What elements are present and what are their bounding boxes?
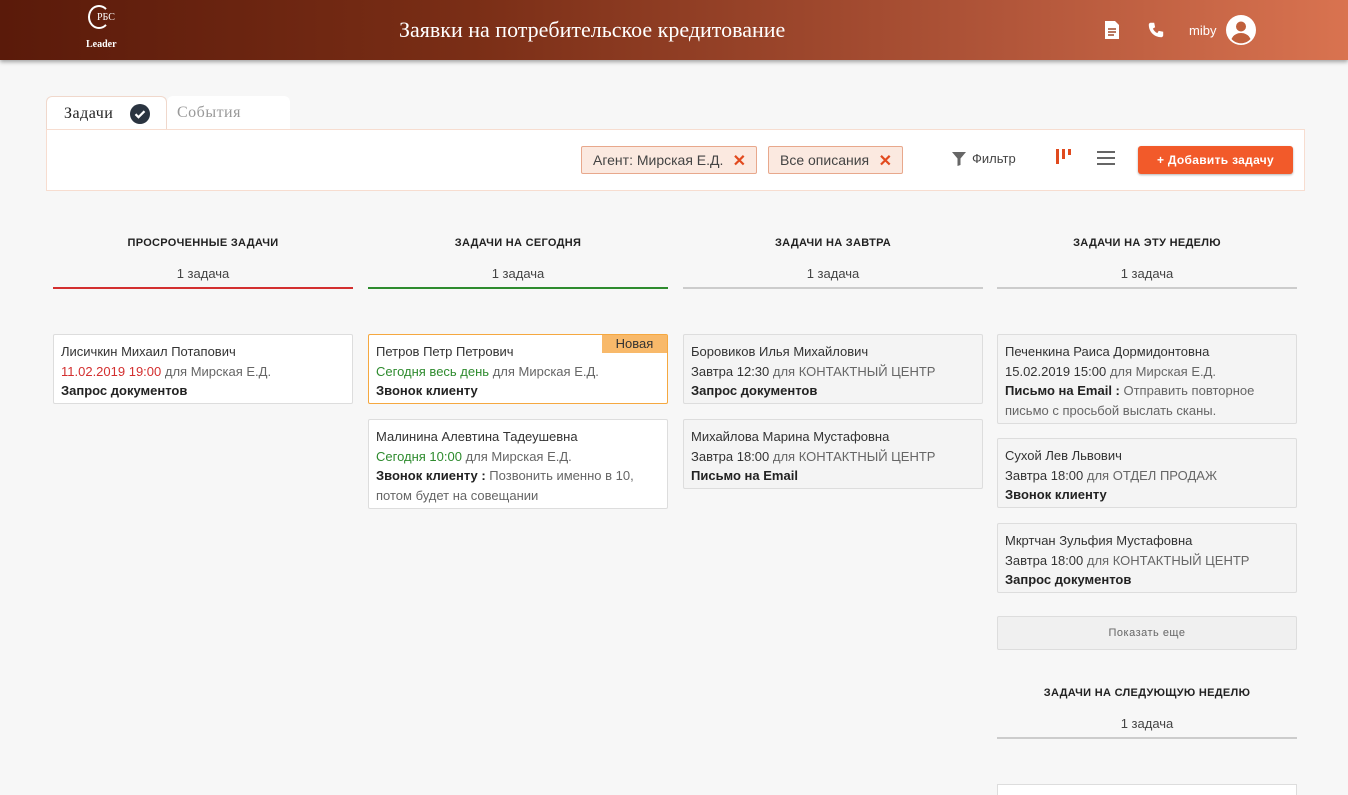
- filter-label: Фильтр: [972, 151, 1016, 166]
- column-underline: [683, 287, 983, 289]
- client-name: Михайлова Марина Мустафовна: [691, 429, 890, 444]
- logo-top-text: РБС: [97, 12, 115, 23]
- task-card[interactable]: Лисичкин Михаил Потапович 11.02.2019 19:…: [53, 334, 353, 404]
- task-time: Завтра 18:00: [1005, 467, 1084, 483]
- task-card[interactable]: Мкртчан Зульфия Мустафовна Завтра 18:00 …: [997, 523, 1297, 593]
- column-count: 1 задача: [1120, 266, 1174, 281]
- tab-events[interactable]: События: [167, 96, 290, 130]
- task-time: 15.02.2019 15:00: [1005, 363, 1107, 379]
- column-title: ЗАДАЧИ НА ЭТУ НЕДЕЛЮ: [1073, 237, 1221, 249]
- assignee: КОНТАКТНЫЙ ЦЕНТР: [1112, 552, 1250, 568]
- account-circle-icon[interactable]: [1226, 15, 1256, 45]
- for-text: для: [1106, 363, 1136, 379]
- task-time: Сегодня весь день: [376, 363, 490, 379]
- assignee: Мирская Е.Д.: [491, 448, 572, 464]
- task-type: Письмо на Email :: [1005, 383, 1120, 398]
- show-more-button[interactable]: Показать еще: [997, 616, 1297, 650]
- for-text: для: [161, 363, 191, 379]
- task-type: Запрос документов: [61, 383, 188, 398]
- tab-tasks-label: Задачи: [64, 105, 114, 122]
- assignee: Мирская Е.Д.: [1135, 363, 1217, 379]
- assignee: Мирская Е.Д.: [190, 363, 272, 379]
- funnel-icon: [952, 152, 966, 166]
- client-name: Печенкина Раиса Дормидонтовна: [1005, 344, 1210, 359]
- logo-bottom-text: Leader: [86, 39, 117, 50]
- client-name: Мкртчан Зульфия Мустафовна: [1005, 533, 1193, 548]
- assignee: ОТДЕЛ ПРОДАЖ: [1112, 467, 1217, 483]
- task-card[interactable]: Печенкина Раиса Дормидонтовна 15.02.2019…: [997, 334, 1297, 424]
- client-name: Лисичкин Михаил Потапович: [61, 344, 236, 359]
- task-time: Завтра 12:30: [691, 363, 770, 379]
- for-text: для: [1083, 467, 1113, 483]
- column-title: ЗАДАЧИ НА СЛЕДУЮЩУЮ НЕДЕЛЮ: [1043, 687, 1251, 699]
- task-card-partial[interactable]: [997, 784, 1297, 795]
- task-type: Звонок клиенту :: [376, 468, 486, 483]
- column-underline: [997, 287, 1297, 289]
- for-text: для: [769, 363, 799, 379]
- task-card[interactable]: Малинина Алевтина Тадеушевна Сегодня 10:…: [368, 419, 668, 509]
- board-view-icon[interactable]: [1055, 148, 1073, 166]
- close-icon[interactable]: ✕: [733, 151, 746, 171]
- task-card[interactable]: Сухой Лев Львович Завтра 18:00 для ОТДЕЛ…: [997, 438, 1297, 508]
- column-title: ЗАДАЧИ НА ЗАВТРА: [774, 237, 891, 249]
- assignee: КОНТАКТНЫЙ ЦЕНТР: [798, 448, 936, 464]
- user-name[interactable]: miby: [1189, 23, 1216, 38]
- task-type: Письмо на Email: [691, 468, 798, 483]
- task-card[interactable]: Новая Петров Петр Петрович Сегодня весь …: [368, 334, 668, 404]
- page-title: Заявки на потребительское кредитование: [399, 17, 786, 42]
- for-text: для: [1083, 552, 1113, 568]
- task-time: Завтра 18:00: [1005, 552, 1084, 568]
- client-name: Сухой Лев Львович: [1005, 448, 1122, 463]
- column-underline: [53, 287, 353, 289]
- column-count: 1 задача: [491, 266, 545, 281]
- task-time: Сегодня 10:00: [376, 448, 462, 464]
- filter-chip-agent[interactable]: Агент: Мирская Е.Д. ✕: [581, 146, 757, 174]
- for-text: для: [489, 363, 519, 379]
- column-underline: [368, 287, 668, 289]
- tab-events-label: События: [177, 104, 241, 121]
- document-icon[interactable]: [1103, 20, 1121, 40]
- task-type: Запрос документов: [691, 383, 818, 398]
- filter-toolbar: Агент: Мирская Е.Д. ✕ Все описания ✕ Фил…: [46, 129, 1305, 191]
- client-name: Малинина Алевтина Тадеушевна: [376, 429, 578, 444]
- column-title: ПРОСРОЧЕННЫЕ ЗАДАЧИ: [127, 237, 279, 249]
- column-count: 1 задача: [1120, 716, 1174, 731]
- add-task-button[interactable]: + Добавить задачу: [1138, 146, 1293, 174]
- column-title: ЗАДАЧИ НА СЕГОДНЯ: [454, 237, 582, 249]
- rbs-leader-logo[interactable]: РБС Leader: [84, 5, 124, 55]
- task-card[interactable]: Михайлова Марина Мустафовна Завтра 18:00…: [683, 419, 983, 489]
- close-icon[interactable]: ✕: [879, 151, 892, 171]
- for-text: для: [461, 448, 492, 464]
- column-underline: [997, 737, 1297, 739]
- chip-label: Агент: Мирская Е.Д.: [593, 152, 724, 168]
- task-time: 11.02.2019 19:00: [61, 363, 162, 379]
- client-name: Боровиков Илья Михайлович: [691, 344, 869, 359]
- assignee: КОНТАКТНЫЙ ЦЕНТР: [798, 363, 936, 379]
- task-time: Завтра 18:00: [691, 448, 770, 464]
- app-header: РБС Leader Заявки на потребительское кре…: [0, 0, 1348, 60]
- list-view-icon[interactable]: [1097, 150, 1115, 166]
- assignee: Мирская Е.Д.: [518, 363, 599, 379]
- filter-chip-descriptions[interactable]: Все описания ✕: [768, 146, 903, 174]
- task-type: Запрос документов: [1005, 572, 1132, 587]
- tab-tasks[interactable]: Задачи: [46, 96, 167, 130]
- task-type: Звонок клиенту: [1005, 487, 1107, 502]
- check-circle-icon: [130, 104, 150, 124]
- new-badge: Новая: [602, 335, 667, 353]
- for-text: для: [769, 448, 799, 464]
- chip-label: Все описания: [780, 152, 870, 168]
- column-count: 1 задача: [806, 266, 860, 281]
- phone-icon[interactable]: [1147, 20, 1165, 40]
- column-count: 1 задача: [176, 266, 230, 281]
- task-card[interactable]: Боровиков Илья Михайлович Завтра 12:30 д…: [683, 334, 983, 404]
- task-type: Звонок клиенту: [376, 383, 478, 398]
